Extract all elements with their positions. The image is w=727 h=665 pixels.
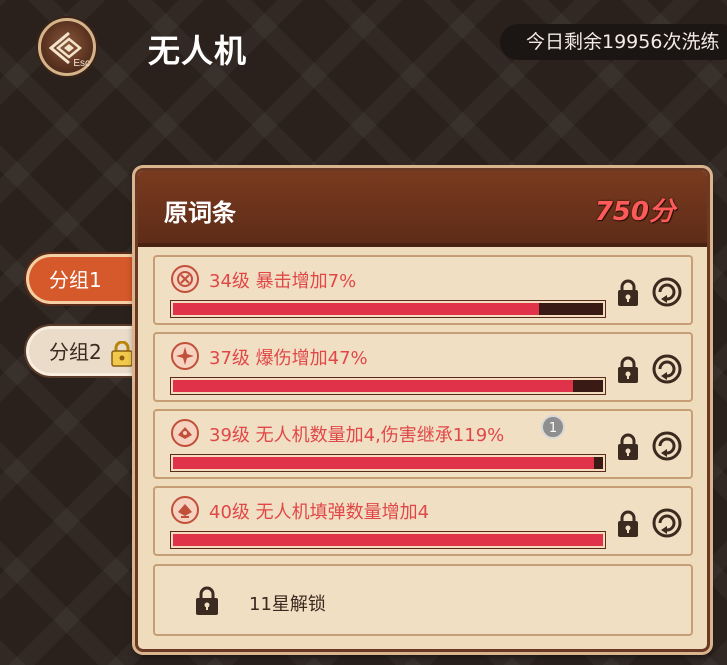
affix-text: 40级 无人机填弹数量增加4	[209, 502, 430, 523]
affix-progress-fill	[173, 380, 573, 392]
affix-panel: 原词条 750分 34级 暴击增加7% 37级 爆伤增加47% 39级 无人机数…	[135, 168, 710, 652]
esc-label: Esc	[73, 58, 90, 69]
affix-row: 40级 无人机填弹数量增加4	[153, 486, 693, 556]
affix-row: 37级 爆伤增加47%	[153, 332, 693, 402]
affix-text: 37级 爆伤增加47%	[209, 348, 368, 369]
lock-icon[interactable]	[617, 433, 639, 461]
lock-icon[interactable]	[617, 510, 639, 538]
panel-title: 原词条	[164, 199, 236, 227]
affix-progress-bar	[171, 532, 605, 548]
reroll-icon[interactable]	[652, 277, 682, 307]
back-button[interactable]: Esc	[38, 18, 96, 76]
crit-damage-affix-icon	[171, 342, 199, 370]
crit-affix-icon	[171, 265, 199, 293]
group-tab-label: 分组1	[49, 268, 102, 292]
drone-ammo-affix-icon	[171, 496, 199, 524]
affix-progress-bar	[171, 455, 605, 471]
drone-affix-icon	[171, 419, 199, 447]
group-tab-1[interactable]: 分组1	[26, 254, 144, 304]
affix-progress-bar	[171, 378, 605, 394]
unlock-requirement-text: 11星解锁	[249, 594, 326, 615]
padlock-icon	[111, 341, 133, 367]
refresh-count-text: 今日剩余19956次洗练	[500, 24, 727, 60]
affix-text: 34级 暴击增加7%	[209, 271, 357, 292]
page-title: 无人机	[148, 32, 248, 70]
group-tab-2[interactable]: 分组2	[26, 326, 144, 376]
reroll-icon[interactable]	[652, 431, 682, 461]
affix-progress-fill	[173, 534, 603, 546]
group-tab-label: 分组2	[49, 340, 102, 364]
count-badge: 1	[541, 415, 565, 439]
panel-header: 原词条 750分	[138, 171, 707, 247]
lock-icon[interactable]	[617, 356, 639, 384]
affix-row: 39级 无人机数量加4,伤害继承119% 1	[153, 409, 693, 479]
affix-progress-fill	[173, 457, 595, 469]
locked-affix-slot: 11星解锁	[153, 564, 693, 636]
affix-progress-fill	[173, 303, 539, 315]
affix-text: 39级 无人机数量加4,伤害继承119%	[209, 425, 505, 446]
reroll-icon[interactable]	[652, 354, 682, 384]
padlock-icon	[196, 586, 218, 615]
panel-score: 750分	[594, 197, 675, 227]
affix-progress-bar	[171, 301, 605, 317]
reroll-icon[interactable]	[652, 508, 682, 538]
lock-icon[interactable]	[617, 279, 639, 307]
affix-row: 34级 暴击增加7%	[153, 255, 693, 325]
